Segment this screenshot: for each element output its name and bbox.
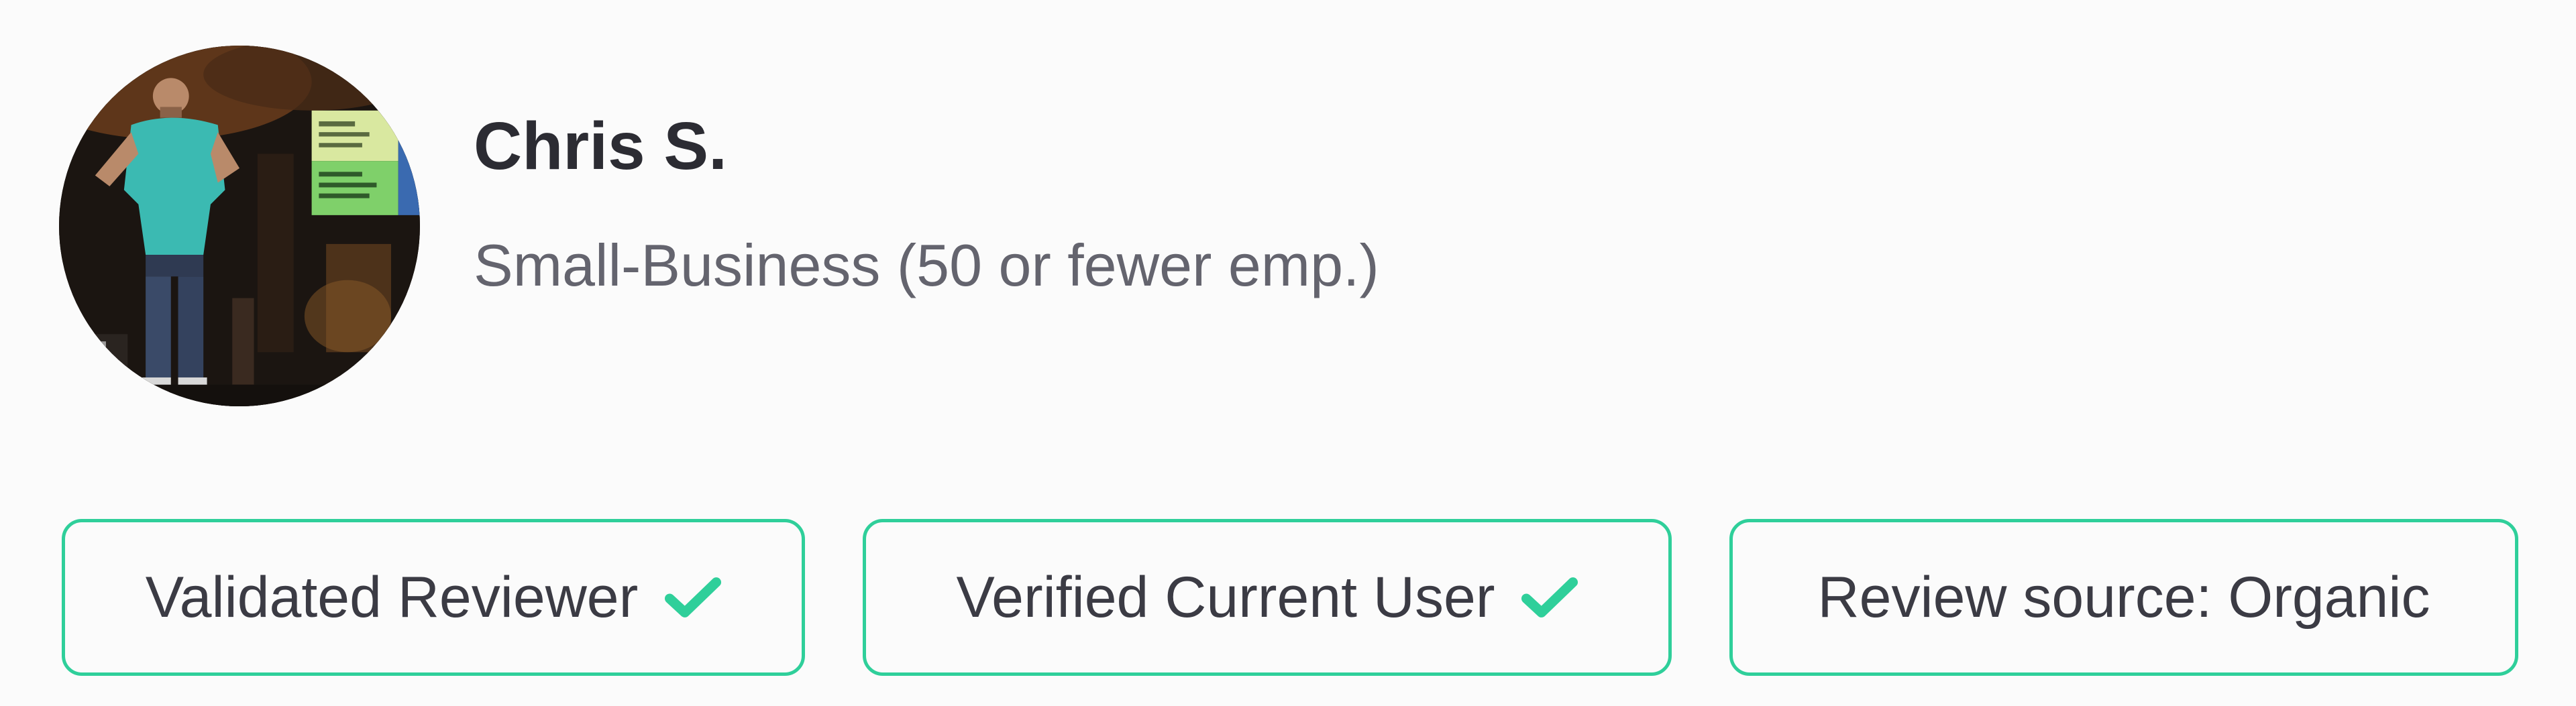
reviewer-company-size: Small-Business (50 or fewer emp.) xyxy=(474,232,1379,298)
badge-label: Validated Reviewer xyxy=(145,565,639,630)
badge-label: Verified Current User xyxy=(956,565,1495,630)
reviewer-card: Chris S. Small-Business (50 or fewer emp… xyxy=(0,0,2576,706)
review-source-badge: Review source: Organic xyxy=(1729,519,2518,676)
reviewer-avatar xyxy=(59,46,420,406)
reviewer-name: Chris S. xyxy=(474,109,727,184)
avatar-photo xyxy=(59,46,420,406)
validated-reviewer-badge: Validated Reviewer xyxy=(62,519,805,676)
verified-current-user-badge: Verified Current User xyxy=(863,519,1672,676)
checkmark-icon xyxy=(1521,575,1578,620)
badge-label: Review source: Organic xyxy=(1817,565,2430,630)
checkmark-icon xyxy=(665,575,722,620)
